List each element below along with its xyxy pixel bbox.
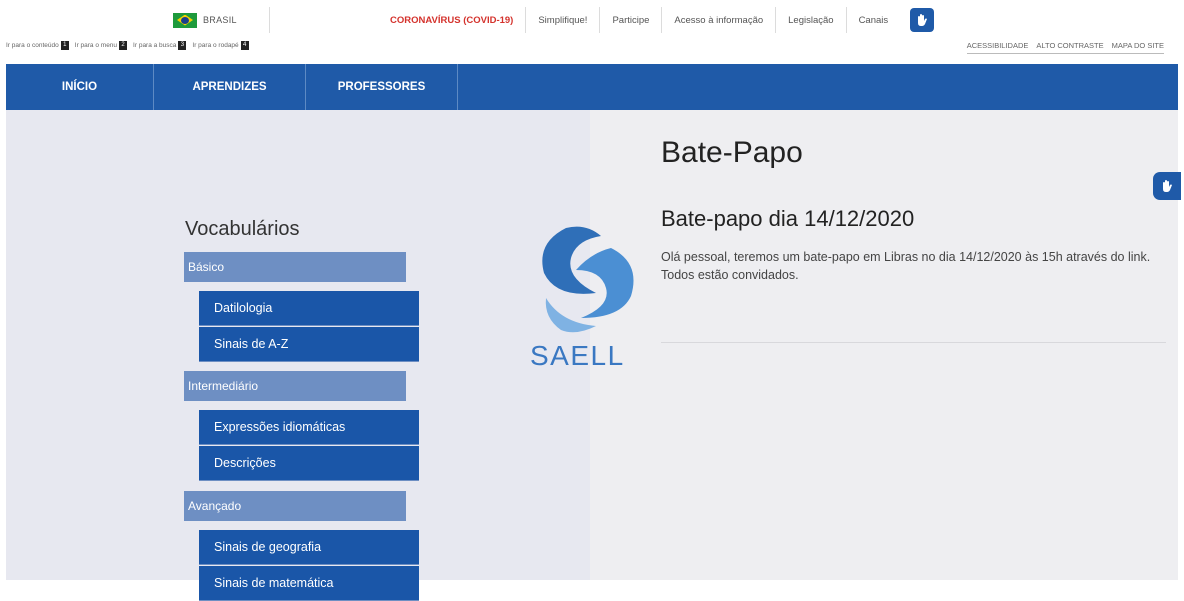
- high-contrast-link[interactable]: ALTO CONTRASTE: [1036, 41, 1103, 50]
- skip-link-number: 2: [119, 41, 128, 50]
- skip-link-number: 1: [60, 41, 69, 50]
- menu-item-descricoes[interactable]: Descrições: [199, 446, 419, 481]
- skip-links: Ir para o conteúdo 1 Ir para o menu 2 Ir p…: [6, 41, 249, 50]
- post-title[interactable]: Bate-papo dia 14/12/2020: [661, 206, 914, 232]
- skip-link-label: Ir para a busca: [133, 42, 177, 49]
- accessibility-links: ACESSIBILIDADE ALTO CONTRASTE MAPA DO SI…: [966, 41, 1164, 54]
- gov-brand-text: BRASIL: [203, 15, 237, 25]
- skip-link-label: Ir para o rodapé: [192, 42, 239, 49]
- skip-link-content[interactable]: Ir para o conteúdo 1: [6, 41, 69, 50]
- level-basico[interactable]: Básico: [184, 252, 406, 282]
- accessibility-bar: Ir para o conteúdo 1 Ir para o menu 2 Ir p…: [0, 38, 1184, 60]
- gov-link-coronavirus[interactable]: CORONAVÍRUS (COVID-19): [378, 7, 525, 33]
- divider: [661, 342, 1166, 343]
- skip-link-search[interactable]: Ir para a busca 3: [133, 41, 187, 50]
- skip-link-number: 3: [178, 41, 187, 50]
- content-panel: [590, 110, 1178, 580]
- gov-link-acesso-informacao[interactable]: Acesso à informação: [661, 7, 775, 33]
- gov-link-legislacao[interactable]: Legislação: [775, 7, 845, 33]
- vlibras-hand-icon[interactable]: [910, 8, 935, 32]
- gov-link-canais[interactable]: Canais: [845, 7, 901, 33]
- gov-links: CORONAVÍRUS (COVID-19) Simplifique! Part…: [378, 7, 935, 33]
- vlibras-widget-button[interactable]: [1153, 172, 1181, 200]
- hand-icon: [1163, 180, 1172, 192]
- page-title: Bate-Papo: [661, 136, 803, 169]
- gov-brand-link[interactable]: BRASIL: [165, 7, 270, 33]
- skip-link-label: Ir para o conteúdo: [6, 42, 59, 49]
- menu-item-sinais-a-z[interactable]: Sinais de A-Z: [199, 327, 419, 362]
- skip-link-number: 4: [240, 41, 249, 50]
- skip-link-label: Ir para o menu: [74, 42, 118, 49]
- hand-icon: [918, 14, 928, 26]
- skip-link-menu[interactable]: Ir para o menu 2: [74, 41, 128, 50]
- level-avancado[interactable]: Avançado: [184, 491, 406, 521]
- brazil-flag-icon: [173, 12, 197, 28]
- nav-item-inicio[interactable]: INÍCIO: [6, 64, 154, 110]
- menu-item-expressoes-idiomaticas[interactable]: Expressões idiomáticas: [199, 410, 419, 445]
- saell-logo-text: SAELL: [530, 340, 625, 371]
- menu-item-datilologia[interactable]: Datilologia: [199, 291, 419, 326]
- gov-link-simplifique[interactable]: Simplifique!: [525, 7, 599, 33]
- accessibility-link[interactable]: ACESSIBILIDADE: [967, 41, 1029, 50]
- skip-link-footer[interactable]: Ir para o rodapé 4: [192, 41, 249, 50]
- gov-bar: BRASIL CORONAVÍRUS (COVID-19) Simplifiqu…: [0, 0, 1184, 36]
- nav-item-professores[interactable]: PROFESSORES: [306, 64, 458, 110]
- vocabulary-title: Vocabulários: [185, 218, 300, 240]
- menu-item-sinais-geografia[interactable]: Sinais de geografia: [199, 530, 419, 565]
- post-body: Olá pessoal, teremos um bate-papo em Lib…: [661, 250, 1151, 282]
- gov-link-participe[interactable]: Participe: [599, 7, 661, 33]
- nav-item-aprendizes[interactable]: APRENDIZES: [154, 64, 306, 110]
- menu-item-sinais-matematica[interactable]: Sinais de matemática: [199, 566, 419, 601]
- site-map-link[interactable]: MAPA DO SITE: [1112, 41, 1164, 50]
- main-nav: INÍCIO APRENDIZES PROFESSORES: [6, 64, 1178, 110]
- level-intermediario[interactable]: Intermediário: [184, 371, 406, 401]
